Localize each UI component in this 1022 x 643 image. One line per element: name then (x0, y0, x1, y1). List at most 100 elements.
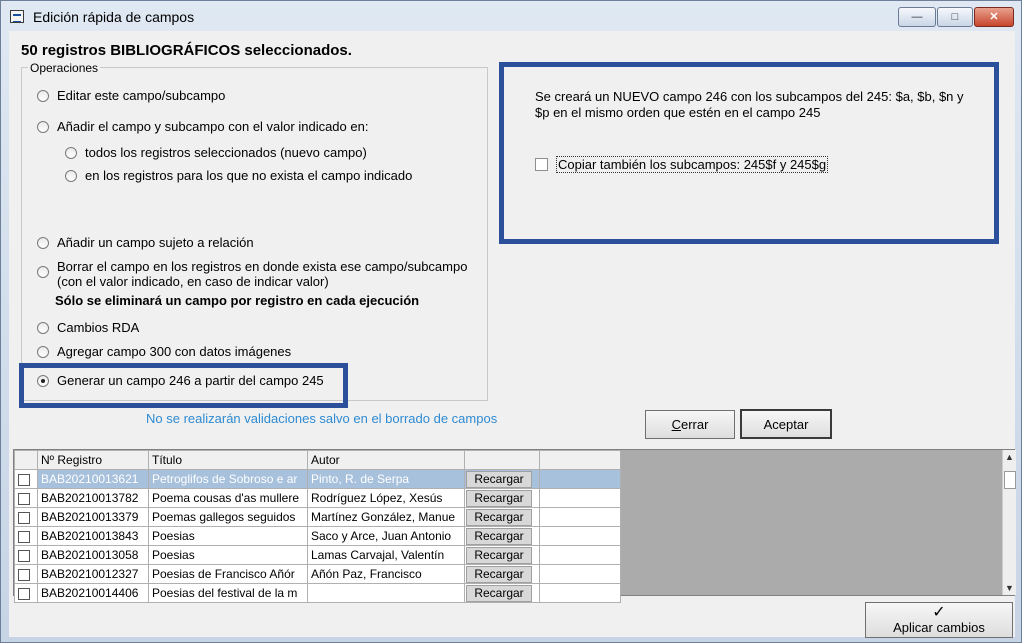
reload-button[interactable]: Recargar (466, 470, 532, 488)
option-editar[interactable]: Editar este campo/subcampo (37, 88, 225, 103)
cell-registro: BAB20210012327 (37, 564, 149, 584)
row-checkbox-cell[interactable] (14, 526, 38, 546)
row-checkbox[interactable] (18, 473, 30, 486)
reload-button[interactable]: Recargar (466, 527, 532, 545)
table-row[interactable]: BAB20210013621 Petroglifos de Sobroso e a… (14, 469, 621, 489)
cell-titulo: Poesias de Francisco Añór (148, 564, 308, 584)
table-row[interactable]: BAB20210013843 Poesias Saco y Arce, Juan A… (14, 526, 621, 546)
radio-icon[interactable] (37, 266, 49, 278)
radio-icon[interactable] (65, 147, 77, 159)
checkmark-icon: ✓ (932, 604, 946, 621)
scroll-up-icon[interactable]: ▲ (1005, 452, 1014, 462)
delete-note: Sólo se eliminará un campo por registro … (55, 293, 420, 308)
cell-reload: Recargar (464, 526, 540, 546)
option-campo-246[interactable]: Generar un campo 246 a partir del campo … (37, 373, 324, 388)
option-relacion[interactable]: Añadir un campo sujeto a relación (37, 235, 254, 250)
column-header-check (14, 450, 38, 470)
option-todos[interactable]: todos los registros seleccionados (nuevo… (65, 145, 367, 160)
row-checkbox-cell[interactable] (14, 564, 38, 584)
maximize-button[interactable]: □ (937, 7, 973, 27)
radio-icon[interactable] (37, 322, 49, 334)
cell-empty (539, 469, 621, 489)
option-no-exista[interactable]: en los registros para los que no exista … (65, 168, 412, 183)
cell-titulo: Poesias (148, 545, 308, 565)
aceptar-button[interactable]: Aceptar (740, 409, 832, 439)
vertical-scrollbar[interactable]: ▲ ▼ (1002, 450, 1016, 595)
warning-text: No se realizarán validaciones salvo en e… (146, 411, 498, 426)
records-grid: Nº Registro Título Autor BAB20210013621 P… (13, 449, 1016, 603)
cell-titulo: Petroglifos de Sobroso e ar (148, 469, 308, 489)
reload-button[interactable]: Recargar (466, 546, 532, 564)
cell-reload: Recargar (464, 583, 540, 603)
row-checkbox-cell[interactable] (14, 488, 38, 508)
row-checkbox-cell[interactable] (14, 583, 38, 603)
row-checkbox[interactable] (18, 492, 30, 505)
window-title: Edición rápida de campos (33, 9, 195, 25)
option-label: Cambios RDA (57, 320, 140, 335)
row-checkbox-cell[interactable] (14, 469, 38, 489)
cell-registro: BAB20210013058 (37, 545, 149, 565)
cell-autor: Rodríguez López, Xesús (307, 488, 465, 508)
option-label: Agregar campo 300 con datos imágenes (57, 344, 292, 359)
cell-registro: BAB20210013379 (37, 507, 149, 527)
table-row[interactable]: BAB20210013058 Poesias Lamas Carvajal, Val… (14, 545, 621, 565)
info-text: Se creará un NUEVO campo 246 con los sub… (535, 89, 964, 120)
row-checkbox-cell[interactable] (14, 545, 38, 565)
cell-autor: Saco y Arce, Juan Antonio (307, 526, 465, 546)
option-campo-300[interactable]: Agregar campo 300 con datos imágenes (37, 344, 291, 359)
cell-empty (539, 545, 621, 565)
cell-titulo: Poema cousas d'as mullere (148, 488, 308, 508)
option-borrar[interactable]: Borrar el campo en los registros en dond… (37, 259, 467, 289)
records-table: Nº Registro Título Autor BAB20210013621 P… (14, 450, 621, 603)
minimize-button[interactable]: — (898, 7, 936, 27)
option-rda[interactable]: Cambios RDA (37, 320, 139, 335)
cell-autor: Pinto, R. de Serpa (307, 469, 465, 489)
cell-autor: Martínez González, Manue (307, 507, 465, 527)
table-row[interactable]: BAB20210014406 Poesias del festival de la… (14, 583, 621, 603)
row-checkbox[interactable] (18, 511, 30, 524)
reload-button[interactable]: Recargar (466, 565, 532, 583)
radio-icon[interactable] (37, 121, 49, 133)
cell-empty (539, 488, 621, 508)
cell-reload: Recargar (464, 488, 540, 508)
cell-registro: BAB20210014406 (37, 583, 149, 603)
option-label: Añadir el campo y subcampo con el valor … (57, 119, 369, 134)
row-checkbox[interactable] (18, 549, 30, 562)
column-header-registro[interactable]: Nº Registro (37, 450, 149, 470)
reload-button[interactable]: Recargar (466, 489, 532, 507)
scroll-thumb[interactable] (1004, 471, 1016, 489)
option-anadir[interactable]: Añadir el campo y subcampo con el valor … (37, 119, 368, 134)
cell-reload: Recargar (464, 469, 540, 489)
option-label: Editar este campo/subcampo (57, 88, 226, 103)
row-checkbox[interactable] (18, 587, 30, 600)
radio-icon[interactable] (37, 346, 49, 358)
scroll-down-icon[interactable]: ▼ (1005, 583, 1014, 593)
radio-icon[interactable] (37, 90, 49, 102)
dialog-body: 50 registros BIBLIOGRÁFICOS seleccionado… (9, 31, 1016, 638)
option-label: todos los registros seleccionados (nuevo… (85, 145, 367, 160)
reload-button[interactable]: Recargar (466, 508, 532, 526)
column-header-titulo[interactable]: Título (148, 450, 308, 470)
radio-icon[interactable] (65, 170, 77, 182)
option-label: Añadir un campo sujeto a relación (57, 235, 254, 250)
row-checkbox-cell[interactable] (14, 507, 38, 527)
close-button[interactable]: ✕ (974, 7, 1014, 27)
reload-button[interactable]: Recargar (466, 584, 532, 602)
radio-selected-icon[interactable] (37, 375, 49, 387)
table-row[interactable]: BAB20210013782 Poema cousas d'as mullere R… (14, 488, 621, 508)
checkbox-label: Copiar también los subcampos: 245$f y 24… (556, 156, 829, 173)
table-row[interactable]: BAB20210013379 Poemas gallegos seguidos Ma… (14, 507, 621, 527)
aplicar-cambios-button[interactable]: ✓ Aplicar cambios (865, 602, 1013, 638)
copy-subfields-checkbox[interactable]: Copiar también los subcampos: 245$f y 24… (535, 156, 829, 173)
column-header-autor[interactable]: Autor (307, 450, 465, 470)
checkbox-icon[interactable] (535, 158, 548, 171)
cell-titulo: Poemas gallegos seguidos (148, 507, 308, 527)
radio-icon[interactable] (37, 237, 49, 249)
cerrar-button[interactable]: Cerrar (645, 410, 735, 439)
table-row[interactable]: BAB20210012327 Poesias de Francisco Añór A… (14, 564, 621, 584)
row-checkbox[interactable] (18, 568, 30, 581)
row-checkbox[interactable] (18, 530, 30, 543)
cell-reload: Recargar (464, 564, 540, 584)
cell-reload: Recargar (464, 507, 540, 527)
column-header-empty (539, 450, 621, 470)
